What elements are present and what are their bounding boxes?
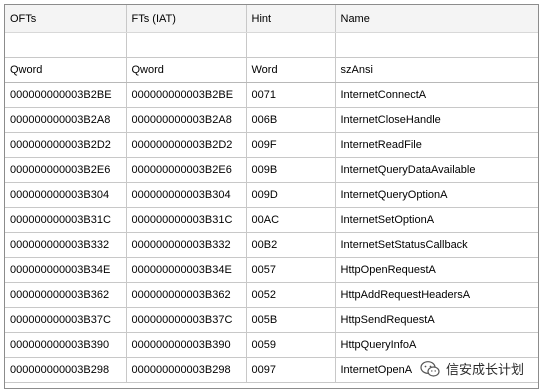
table-row[interactable]: 000000000003B37C 000000000003B37C 005B H… bbox=[5, 307, 538, 333]
table-row[interactable]: 000000000003B390 000000000003B390 0059 H… bbox=[5, 332, 538, 358]
fts-cell[interactable]: 000000000003B2BE bbox=[126, 82, 247, 108]
fts-cell[interactable]: 000000000003B390 bbox=[126, 332, 247, 358]
fts-cell[interactable]: 000000000003B298 bbox=[126, 357, 247, 383]
table-row[interactable]: 000000000003B31C 000000000003B31C 00AC I… bbox=[5, 207, 538, 233]
wechat-icon bbox=[420, 360, 440, 377]
type-row: Qword Qword Word szAnsi bbox=[5, 57, 538, 83]
name-cell[interactable]: InternetCloseHandle bbox=[335, 107, 538, 133]
type-cell-ofts: Qword bbox=[5, 57, 127, 83]
name-cell[interactable]: HttpSendRequestA bbox=[335, 307, 538, 333]
hint-cell[interactable]: 005B bbox=[246, 307, 336, 333]
table-row[interactable]: 000000000003B332 000000000003B332 00B2 I… bbox=[5, 232, 538, 258]
ofts-cell[interactable]: 000000000003B34E bbox=[5, 257, 127, 283]
hint-cell[interactable]: 0057 bbox=[246, 257, 336, 283]
ofts-cell[interactable]: 000000000003B332 bbox=[5, 232, 127, 258]
column-header-row: OFTs FTs (IAT) Hint Name bbox=[5, 5, 538, 33]
hint-cell[interactable]: 00B2 bbox=[246, 232, 336, 258]
fts-cell[interactable]: 000000000003B31C bbox=[126, 207, 247, 233]
ofts-cell[interactable]: 000000000003B2BE bbox=[5, 82, 127, 108]
type-cell-fts-iat: Qword bbox=[126, 57, 247, 83]
name-cell[interactable]: InternetQueryDataAvailable bbox=[335, 157, 538, 183]
name-cell[interactable]: InternetConnectA bbox=[335, 82, 538, 108]
ofts-cell[interactable]: 000000000003B2A8 bbox=[5, 107, 127, 133]
ofts-cell[interactable]: 000000000003B31C bbox=[5, 207, 127, 233]
column-header-hint[interactable]: Hint bbox=[246, 5, 336, 33]
ofts-cell[interactable]: 000000000003B304 bbox=[5, 182, 127, 208]
ofts-cell[interactable]: 000000000003B390 bbox=[5, 332, 127, 358]
name-cell[interactable]: InternetQueryOptionA bbox=[335, 182, 538, 208]
hint-cell[interactable]: 009D bbox=[246, 182, 336, 208]
table-row[interactable]: 000000000003B362 000000000003B362 0052 H… bbox=[5, 282, 538, 308]
table-row[interactable]: 000000000003B2D2 000000000003B2D2 009F I… bbox=[5, 132, 538, 158]
ofts-cell[interactable]: 000000000003B37C bbox=[5, 307, 127, 333]
hint-cell[interactable]: 009F bbox=[246, 132, 336, 158]
name-cell[interactable]: HttpQueryInfoA bbox=[335, 332, 538, 358]
name-cell[interactable]: InternetReadFile bbox=[335, 132, 538, 158]
fts-cell[interactable]: 000000000003B2D2 bbox=[126, 132, 247, 158]
column-header-fts-iat[interactable]: FTs (IAT) bbox=[126, 5, 247, 33]
table-row[interactable]: 000000000003B304 000000000003B304 009D I… bbox=[5, 182, 538, 208]
ofts-cell[interactable]: 000000000003B2D2 bbox=[5, 132, 127, 158]
name-cell[interactable]: HttpAddRequestHeadersA bbox=[335, 282, 538, 308]
ofts-cell[interactable]: 000000000003B2E6 bbox=[5, 157, 127, 183]
import-table-view: OFTs FTs (IAT) Hint Name Qword Qword Wor… bbox=[4, 4, 539, 389]
name-cell[interactable]: HttpOpenRequestA bbox=[335, 257, 538, 283]
blank-header-row bbox=[5, 32, 538, 58]
blank-cell bbox=[335, 32, 538, 58]
name-cell[interactable]: InternetSetStatusCallback bbox=[335, 232, 538, 258]
hint-cell[interactable]: 0097 bbox=[246, 357, 336, 383]
watermark: 信安成长计划 bbox=[416, 358, 527, 379]
blank-cell bbox=[246, 32, 336, 58]
import-table: OFTs FTs (IAT) Hint Name Qword Qword Wor… bbox=[5, 5, 538, 383]
table-row[interactable]: 000000000003B2BE 000000000003B2BE 0071 I… bbox=[5, 82, 538, 108]
table-row[interactable]: 000000000003B2A8 000000000003B2A8 006B I… bbox=[5, 107, 538, 133]
hint-cell[interactable]: 009B bbox=[246, 157, 336, 183]
fts-cell[interactable]: 000000000003B362 bbox=[126, 282, 247, 308]
fts-cell[interactable]: 000000000003B304 bbox=[126, 182, 247, 208]
fts-cell[interactable]: 000000000003B2E6 bbox=[126, 157, 247, 183]
column-header-ofts[interactable]: OFTs bbox=[5, 5, 127, 33]
table-row[interactable]: 000000000003B2E6 000000000003B2E6 009B I… bbox=[5, 157, 538, 183]
fts-cell[interactable]: 000000000003B332 bbox=[126, 232, 247, 258]
hint-cell[interactable]: 0059 bbox=[246, 332, 336, 358]
table-row[interactable]: 000000000003B34E 000000000003B34E 0057 H… bbox=[5, 257, 538, 283]
type-cell-hint: Word bbox=[246, 57, 336, 83]
fts-cell[interactable]: 000000000003B2A8 bbox=[126, 107, 247, 133]
blank-cell bbox=[5, 32, 127, 58]
fts-cell[interactable]: 000000000003B37C bbox=[126, 307, 247, 333]
type-cell-name: szAnsi bbox=[335, 57, 538, 83]
fts-cell[interactable]: 000000000003B34E bbox=[126, 257, 247, 283]
ofts-cell[interactable]: 000000000003B362 bbox=[5, 282, 127, 308]
column-header-name[interactable]: Name bbox=[335, 5, 538, 33]
hint-cell[interactable]: 006B bbox=[246, 107, 336, 133]
hint-cell[interactable]: 0071 bbox=[246, 82, 336, 108]
blank-cell bbox=[126, 32, 247, 58]
watermark-text: 信安成长计划 bbox=[445, 362, 524, 377]
hint-cell[interactable]: 0052 bbox=[246, 282, 336, 308]
ofts-cell[interactable]: 000000000003B298 bbox=[5, 357, 127, 383]
name-cell[interactable]: InternetSetOptionA bbox=[335, 207, 538, 233]
hint-cell[interactable]: 00AC bbox=[246, 207, 336, 233]
